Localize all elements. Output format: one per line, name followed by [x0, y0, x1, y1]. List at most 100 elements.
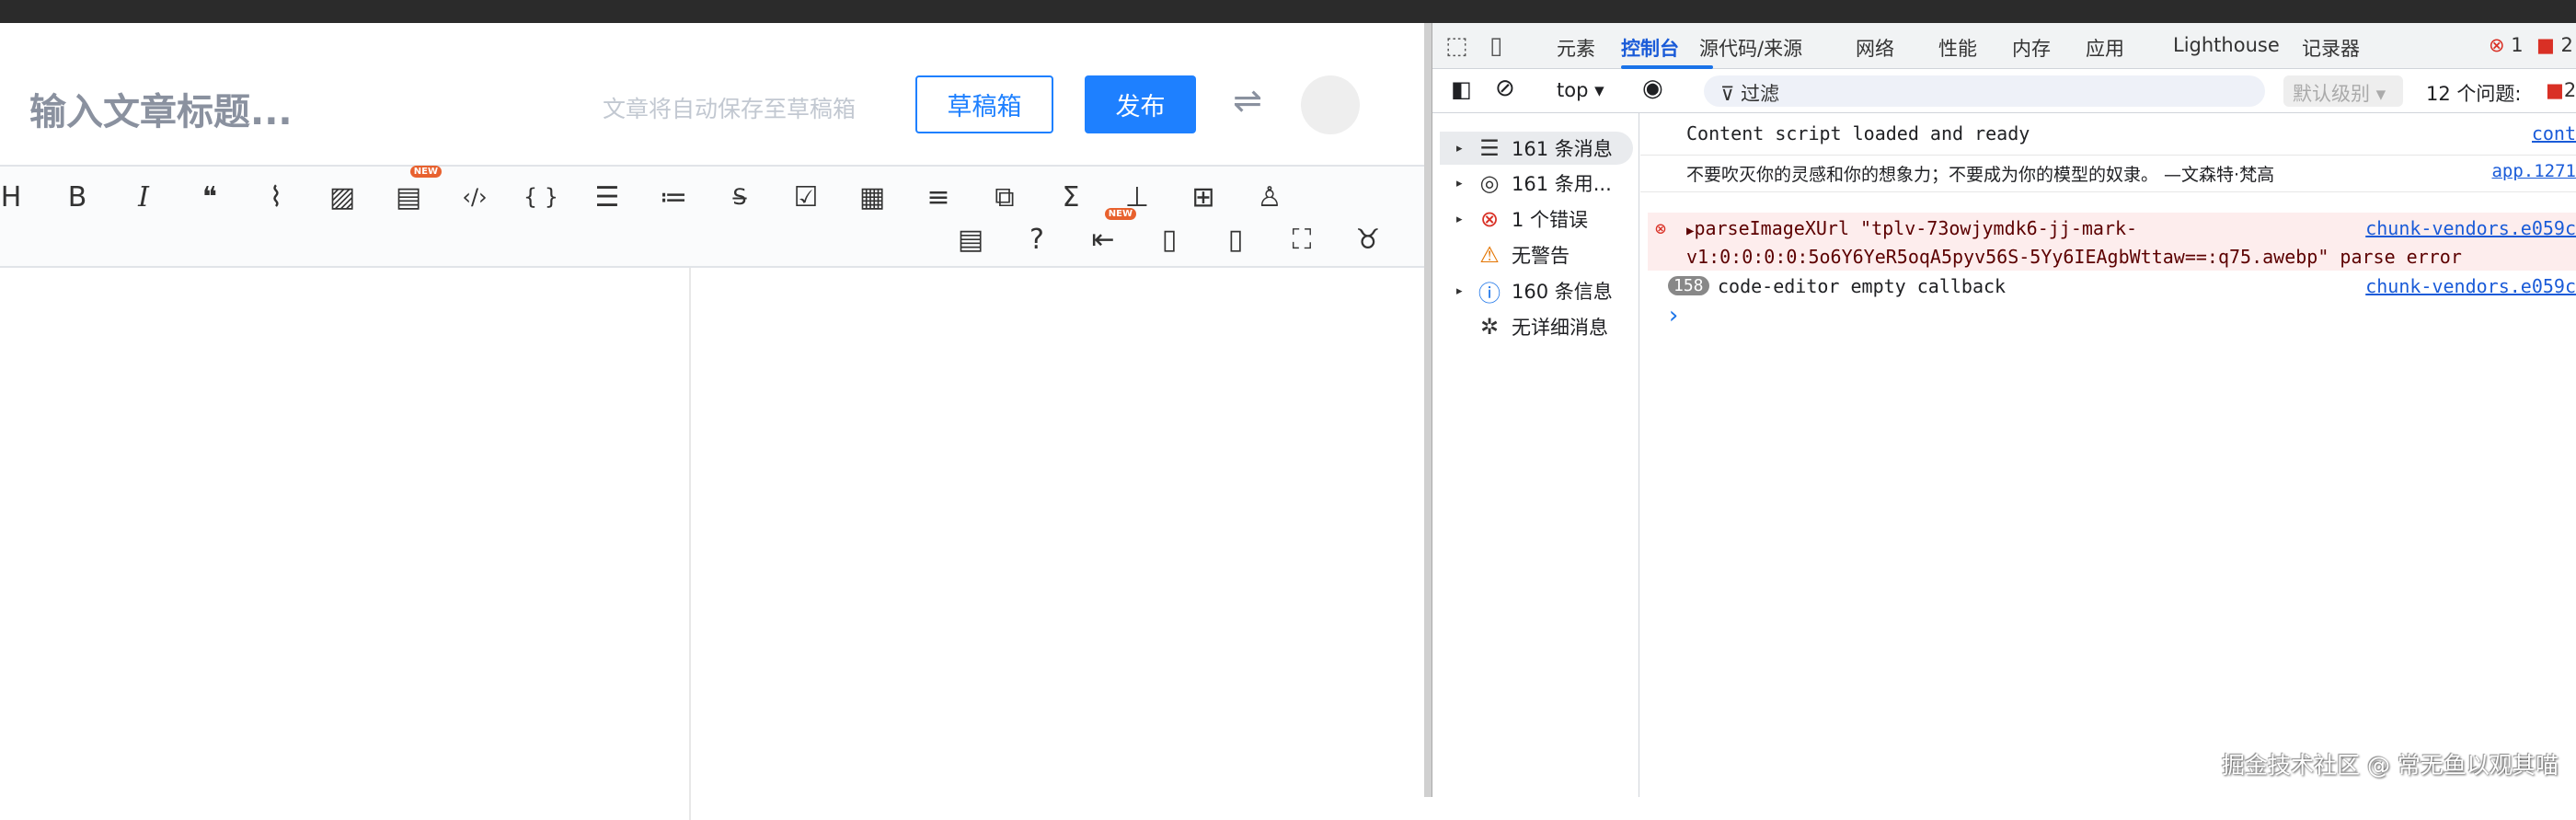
window-top-bar [0, 0, 2576, 23]
message-source-link[interactable]: chunk-vendors.e059c [2365, 215, 2576, 241]
sidebar-item-icon: ⚠ [1479, 242, 1500, 268]
console-toolbar: ◧ ⊘ top ▾ ◉ ⊽ 过滤 默认级别 ▾ 12 个问题: ■2 [1432, 69, 2576, 113]
console-message: 不要吹灭你的灵感和你的想象力；不要成为你的模型的奴隶。 —文森特·梵高 app.… [1640, 157, 2576, 192]
formula-icon[interactable]: Σ [1051, 177, 1091, 217]
italic-glyph: I [138, 180, 149, 214]
braces-glyph: { } [523, 184, 559, 210]
issues-label[interactable]: 12 个问题: [2426, 79, 2521, 107]
message-source-link[interactable]: cont [2532, 122, 2576, 144]
error-count-icon[interactable]: ⊗ 1 [2489, 34, 2524, 56]
avatar[interactable] [1301, 75, 1360, 134]
sidebar-item-label: 161 条用... [1512, 173, 1612, 195]
quote-icon[interactable]: ❝ [190, 177, 230, 217]
issue-count: 2 [2560, 34, 2573, 56]
task-list-icon[interactable]: ☑ [786, 177, 826, 217]
github-icon[interactable]: ♉ [1348, 219, 1388, 260]
swap-icon[interactable]: ⇌ [1233, 80, 1262, 121]
inspect-element-icon[interactable]: ⬚ [1445, 32, 1468, 60]
message-text: 不要吹灭你的灵感和你的想象力；不要成为你的模型的奴隶。 —文森特·梵高 [1686, 165, 2275, 185]
align-glyph: ≡ [926, 180, 950, 214]
devtools-tab-bar: ⬚ ▯ 元素 控制台 源代码/来源 网络 性能 内存 应用 Lighthouse 记录器 ⊗ 1… [1432, 23, 2576, 69]
sidebar-filter-item[interactable]: ▸ ⊗ 1 个错误 [1440, 202, 1633, 236]
tab-item-2[interactable]: 源代码/来源 [1699, 34, 1802, 62]
devtools-panel: ⬚ ▯ 元素 控制台 源代码/来源 网络 性能 内存 应用 Lighthouse 记录器 ⊗ 1… [1432, 23, 2576, 797]
table-icon[interactable]: ▦ [852, 177, 892, 217]
sidebar-filter-item[interactable]: ▸ ◎ 161 条用... [1440, 167, 1633, 200]
console-message: 158 code-editor empty callback chunk-ven… [1640, 271, 2576, 306]
italic-icon[interactable]: I [123, 177, 164, 217]
help-glyph: ? [1029, 223, 1044, 256]
log-level-select[interactable]: 默认级别 ▾ [2283, 75, 2403, 107]
image-icon[interactable]: ▨ [322, 177, 362, 217]
code-block-icon[interactable]: ▤ NEW [388, 166, 442, 217]
editor-toolbar: H B I ❝ ⌇ ▨ ▤ NEW ‹/›{ } ☰ ≔ S̶ ☑ ▦ ≡ ⧉ Σ ⊥ ⊞ ♙ ▤? ⇤ NEW ▯ ▯ ⛶ ♉ [0, 165, 1424, 268]
expand-triangle-icon[interactable]: ▸ [1456, 177, 1467, 191]
align-icon[interactable]: ≡ [918, 177, 959, 217]
sidebar-filter-item[interactable]: ▸ ⓘ 160 条信息 [1440, 274, 1633, 307]
clear-console-icon[interactable]: ⊘ [1495, 75, 1515, 102]
repeat-count-badge: 158 [1668, 276, 1709, 295]
autosave-hint: 文章将自动保存至草稿箱 [603, 96, 857, 122]
import-glyph: ⇤ [1091, 223, 1115, 256]
resize-icon[interactable]: ⧉ [984, 177, 1025, 217]
tab-item-3[interactable]: 网络 [1856, 34, 1894, 62]
braces-icon[interactable]: { } [521, 177, 561, 217]
sidebar-filter-item[interactable]: ✲ 无详细消息 [1440, 310, 1633, 343]
ordered-list-icon[interactable]: ≔ [653, 177, 694, 217]
sidebar-filter-item[interactable]: ⚠ 无警告 [1440, 238, 1633, 271]
publish-button[interactable]: 发布 [1085, 75, 1196, 133]
console-prompt[interactable]: › [1666, 302, 1681, 329]
sidebar-item-label: 160 条信息 [1512, 281, 1613, 303]
bold-icon[interactable]: B [57, 177, 98, 217]
expand-triangle-icon[interactable]: ▸ [1456, 213, 1467, 226]
tab-item-4[interactable]: 性能 [1938, 34, 1977, 62]
live-expression-eye-icon[interactable]: ◉ [1642, 75, 1663, 102]
image-glyph: ▨ [328, 180, 356, 214]
issue-count-icon[interactable]: ■ 2 [2536, 34, 2573, 56]
unordered-list-glyph: ☰ [594, 180, 620, 214]
editor-panel: 输入文章标题... 文章将自动保存至草稿箱 草稿箱 发布 ⇌ H B I ❝ ⌇ ▨ ▤ NE… [0, 23, 1424, 820]
heading-icon[interactable]: H [0, 177, 31, 217]
message-source-link[interactable]: chunk-vendors.e059c [2365, 275, 2576, 297]
sidebar-toggle-icon[interactable]: ◧ [1451, 76, 1472, 102]
tab-item-6[interactable]: 应用 [2086, 34, 2124, 62]
new-badge: NEW [409, 166, 442, 178]
devtools-resize-handle[interactable] [1424, 23, 1432, 797]
message-text: parseImageXUrl "tplv-73owjymdk6-jj-mark- [1694, 217, 2138, 239]
message-source-link[interactable]: app.1271 [2491, 161, 2576, 181]
device-toolbar-icon[interactable]: ▯ [1489, 32, 1502, 60]
inline-code-icon[interactable]: ‹/› [454, 177, 495, 217]
expand-triangle-icon[interactable]: ▸ [1456, 142, 1467, 156]
error-icon: ⊗ [1655, 217, 1667, 239]
tab-item-1[interactable]: 控制台 [1621, 34, 1679, 62]
tab-item-5[interactable]: 内存 [2012, 34, 2051, 62]
link-icon[interactable]: ⌇ [256, 177, 296, 217]
new-badge: NEW [1104, 208, 1136, 220]
article-title-input[interactable]: 输入文章标题... [29, 82, 293, 135]
filter-input[interactable]: ⊽ 过滤 [1704, 75, 2265, 107]
error-count: 1 [2511, 34, 2524, 56]
help-icon[interactable]: ? [1017, 219, 1057, 260]
console-messages: Content script loaded and ready cont 不要吹… [1640, 113, 2576, 797]
tab-lighthouse[interactable]: Lighthouse [2173, 34, 2280, 56]
editor-preview-divider[interactable] [689, 268, 691, 820]
toc-icon[interactable]: ▤ [950, 219, 991, 260]
context-selector[interactable]: top ▾ [1557, 79, 1604, 101]
issues-badge[interactable]: ■2 [2546, 79, 2576, 101]
expand-triangle-icon[interactable]: ▸ [1456, 284, 1467, 298]
message-text: v1:0:0:0:0:5o6Y6YeR5oqA5pyv56S-5Yy6IEAgb… [1686, 246, 2462, 268]
import-icon[interactable]: ⇤ NEW [1083, 208, 1136, 260]
fullscreen-icon[interactable]: ⛶ [1282, 219, 1322, 260]
right-pane-icon[interactable]: ▯ [1149, 219, 1190, 260]
sidebar-filter-item[interactable]: ▸ ☰ 161 条消息 [1440, 132, 1633, 165]
more-icon[interactable]: ⊞ [1183, 177, 1224, 217]
brush-icon[interactable]: ♙ [1249, 177, 1290, 217]
drafts-button[interactable]: 草稿箱 [915, 75, 1053, 133]
left-pane-icon[interactable]: ▯ [1215, 219, 1256, 260]
tab-item-8[interactable]: 记录器 [2302, 34, 2360, 62]
tab-item-0[interactable]: 元素 [1557, 34, 1595, 62]
console-error-message: ⊗ ▶parseImageXUrl "tplv-73owjymdk6-jj-ma… [1648, 213, 2576, 271]
unordered-list-icon[interactable]: ☰ [587, 177, 627, 217]
table-glyph: ▦ [858, 180, 886, 214]
strikethrough-icon[interactable]: S̶ [719, 177, 760, 217]
